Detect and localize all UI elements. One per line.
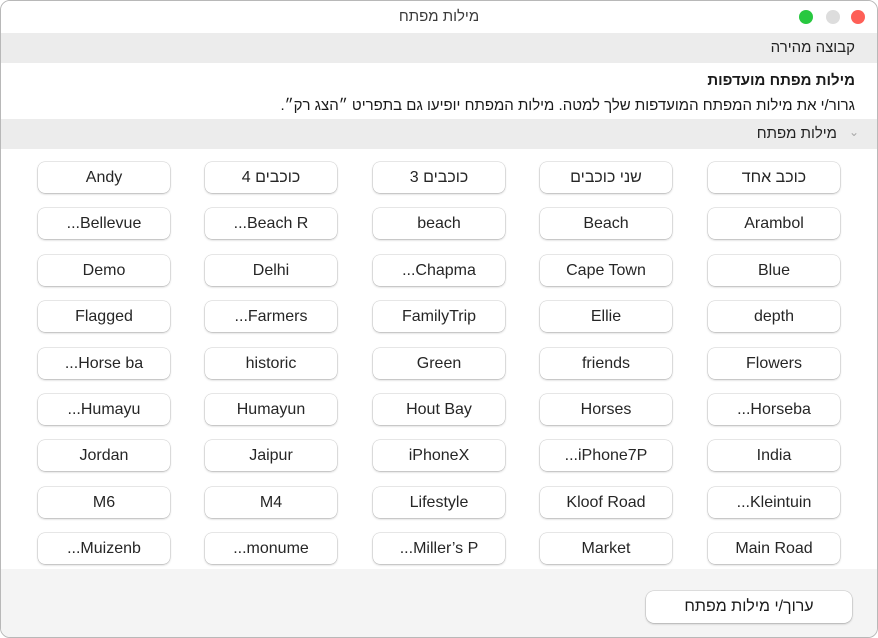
keyword-tag[interactable]: Jaipur <box>205 440 337 471</box>
keyword-tag[interactable]: Demo <box>38 255 170 286</box>
keyword-tag[interactable]: Horses <box>540 394 672 425</box>
keyword-tag[interactable]: Market <box>540 533 672 564</box>
keyword-tag[interactable]: ...Muizenb <box>38 533 170 564</box>
footer-bar: ערוך/י מילות מפתח <box>1 569 877 637</box>
keyword-tag[interactable]: Kloof Road <box>540 487 672 518</box>
keyword-tag[interactable]: 4 כוכבים <box>205 162 337 193</box>
title-bar[interactable]: מילות מפתח <box>1 1 877 33</box>
keyword-tag[interactable]: Green <box>373 348 505 379</box>
keyword-tag[interactable]: ...monume <box>205 533 337 564</box>
keyword-tag[interactable]: Main Road <box>708 533 840 564</box>
keyword-tag[interactable]: FamilyTrip <box>373 301 505 332</box>
zoom-window-button[interactable] <box>799 10 813 24</box>
close-window-button[interactable] <box>851 10 865 24</box>
keyword-tag[interactable]: ...Kleintuin <box>708 487 840 518</box>
keyword-tag[interactable]: ...Bellevue <box>38 208 170 239</box>
keyword-tag[interactable]: Delhi <box>205 255 337 286</box>
keyword-tag[interactable]: ...Horse ba <box>38 348 170 379</box>
chevron-down-icon[interactable]: ⌄ <box>849 125 859 139</box>
keyword-tag[interactable]: ...Humayu <box>38 394 170 425</box>
keyword-tag[interactable]: Ellie <box>540 301 672 332</box>
keyword-tag[interactable]: Cape Town <box>540 255 672 286</box>
keyword-tag[interactable]: M6 <box>38 487 170 518</box>
keyword-tag[interactable]: 3 כוכבים <box>373 162 505 193</box>
keyword-tag[interactable]: ...Farmers <box>205 301 337 332</box>
minimize-window-button[interactable] <box>826 10 840 24</box>
keyword-tag[interactable]: Beach <box>540 208 672 239</box>
keyword-tag[interactable]: Blue <box>708 255 840 286</box>
keyword-tag[interactable]: Jordan <box>38 440 170 471</box>
keywords-window: מילות מפתח קבוצה מהירה מילות מפתח מועדפו… <box>0 0 878 638</box>
keyword-tag[interactable]: Lifestyle <box>373 487 505 518</box>
keyword-tag[interactable]: beach <box>373 208 505 239</box>
keyword-tag[interactable]: Arambol <box>708 208 840 239</box>
quick-group-label: קבוצה מהירה <box>770 39 855 56</box>
keywords-grid: כוכב אחד שני כוכבים 3 כוכבים 4 כוכבים Andy Ar… <box>1 149 877 569</box>
keyword-tag[interactable]: depth <box>708 301 840 332</box>
favorite-keywords-description: גרור/י את מילות המפתח המועדפות שלך למטה.… <box>280 97 855 114</box>
quick-group-header: קבוצה מהירה <box>1 33 877 63</box>
keyword-tag[interactable]: ...Horseba <box>708 394 840 425</box>
keyword-tag[interactable]: ...Miller’s P <box>373 533 505 564</box>
keywords-section-label: מילות מפתח <box>756 125 837 142</box>
keyword-tag[interactable]: Flagged <box>38 301 170 332</box>
keyword-tag[interactable]: Humayun <box>205 394 337 425</box>
keyword-tag[interactable]: כוכב אחד <box>708 162 840 193</box>
keyword-tag[interactable]: India <box>708 440 840 471</box>
keyword-tag[interactable]: ...iPhone7P <box>540 440 672 471</box>
edit-keywords-button[interactable]: ערוך/י מילות מפתח <box>646 591 852 623</box>
keyword-tag[interactable]: ...Beach R <box>205 208 337 239</box>
keyword-tag[interactable]: שני כוכבים <box>540 162 672 193</box>
keyword-tag[interactable]: Hout Bay <box>373 394 505 425</box>
keywords-section-header[interactable]: ⌄ מילות מפתח <box>1 119 877 149</box>
keyword-tag[interactable]: historic <box>205 348 337 379</box>
keyword-tag[interactable]: M4 <box>205 487 337 518</box>
keyword-tag[interactable]: friends <box>540 348 672 379</box>
keyword-tag[interactable]: ...Chapma <box>373 255 505 286</box>
favorite-keywords-title: מילות מפתח מועדפות <box>707 72 855 89</box>
keyword-tag[interactable]: iPhoneX <box>373 440 505 471</box>
window-title: מילות מפתח <box>398 8 480 25</box>
keyword-tag[interactable]: Flowers <box>708 348 840 379</box>
keyword-tag[interactable]: Andy <box>38 162 170 193</box>
